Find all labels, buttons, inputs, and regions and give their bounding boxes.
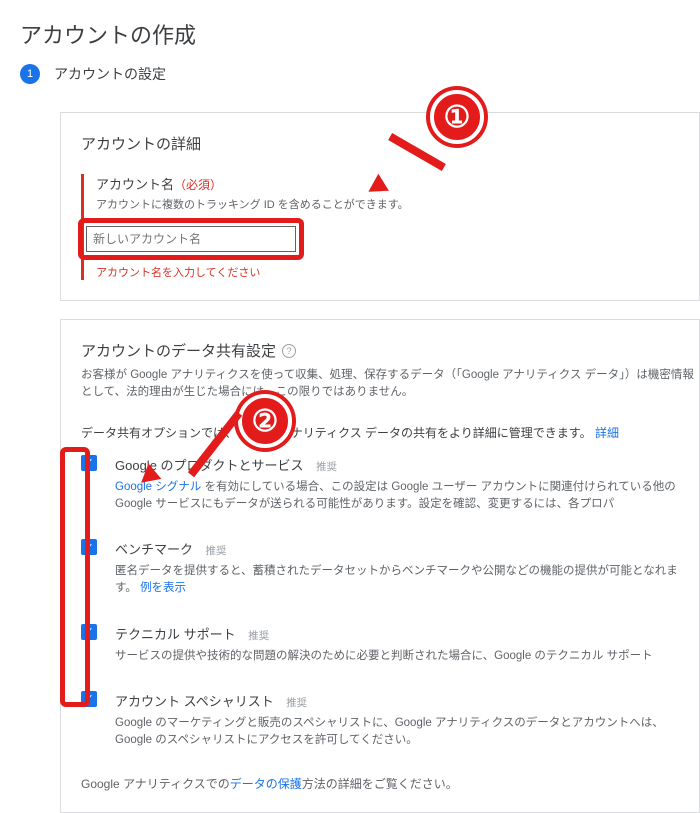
checkbox-title: Google のプロダクトとサービス — [115, 458, 304, 473]
recommended-tag: 推奨 — [316, 461, 337, 473]
step-number-badge: 1 — [20, 64, 40, 84]
checkbox-title: テクニカル サポート — [115, 627, 236, 642]
data-protection-link[interactable]: データの保護 — [230, 777, 302, 791]
checkbox-title: ベンチマーク — [115, 542, 193, 557]
checkbox-row-support: ✓ テクニカル サポート 推奨 サービスの提供や技術的な問題の解決のために必要と… — [81, 624, 699, 665]
details-link[interactable]: 詳細 — [595, 426, 619, 440]
checkbox-desc: Google シグナル を有効にしている場合、この設定は Google ユーザー… — [115, 479, 699, 514]
annotation-outline-1 — [78, 218, 304, 260]
account-details-title: アカウントの詳細 — [81, 133, 699, 154]
data-sharing-title: アカウントのデータ共有設定 — [81, 340, 276, 361]
account-name-label: アカウント名 — [96, 177, 174, 192]
required-marker: （必須） — [174, 178, 222, 192]
recommended-tag: 推奨 — [248, 630, 269, 642]
account-details-panel: アカウントの詳細 アカウント名（必須） アカウントに複数のトラッキング ID を… — [60, 112, 700, 301]
account-name-error: アカウント名を入力してください — [96, 264, 699, 280]
account-name-field-block: アカウント名（必須） アカウントに複数のトラッキング ID を含めることができま… — [81, 174, 699, 280]
help-icon[interactable]: ? — [282, 344, 296, 358]
page-title: アカウントの作成 — [0, 0, 700, 64]
checkbox-title: アカウント スペシャリスト — [115, 694, 274, 709]
data-sharing-panel: アカウントのデータ共有設定 ? お客様が Google アナリティクスを使って収… — [60, 319, 700, 813]
step-label: アカウントの設定 — [54, 64, 166, 84]
checkbox-desc: 匿名データを提供すると、蓄積されたデータセットからベンチマークや公開などの機能の… — [115, 563, 699, 598]
checkbox-row-specialist: ✓ アカウント スペシャリスト 推奨 Google のマーケティングと販売のスペ… — [81, 691, 699, 750]
checkbox-list: ✓ Google のプロダクトとサービス 推奨 Google シグナル を有効に… — [81, 455, 699, 750]
share-intro: データ共有オプションでは、Google アナリティクス データの共有をより詳細に… — [81, 424, 699, 441]
example-link[interactable]: 例を表示 — [140, 582, 186, 594]
account-name-help: アカウントに複数のトラッキング ID を含めることができます。 — [96, 196, 699, 212]
checkbox-row-products: ✓ Google のプロダクトとサービス 推奨 Google シグナル を有効に… — [81, 455, 699, 514]
checkbox-desc: サービスの提供や技術的な問題の解決のために必要と判断された場合に、Google … — [115, 648, 699, 665]
account-name-input[interactable] — [86, 226, 296, 252]
step-header: 1 アカウントの設定 — [0, 64, 700, 94]
recommended-tag: 推奨 — [286, 697, 307, 709]
annotation-outline-2 — [60, 447, 90, 707]
footer-note: Google アナリティクスでのデータの保護方法の詳細をご覧ください。 — [81, 775, 699, 792]
data-sharing-desc: お客様が Google アナリティクスを使って収集、処理、保存するデータ（「Go… — [81, 367, 699, 402]
google-signal-link[interactable]: Google シグナル — [115, 481, 201, 493]
checkbox-desc: Google のマーケティングと販売のスペシャリストに、Google アナリティ… — [115, 715, 699, 750]
recommended-tag: 推奨 — [205, 545, 226, 557]
checkbox-row-benchmark: ✓ ベンチマーク 推奨 匿名データを提供すると、蓄積されたデータセットからベンチ… — [81, 539, 699, 598]
